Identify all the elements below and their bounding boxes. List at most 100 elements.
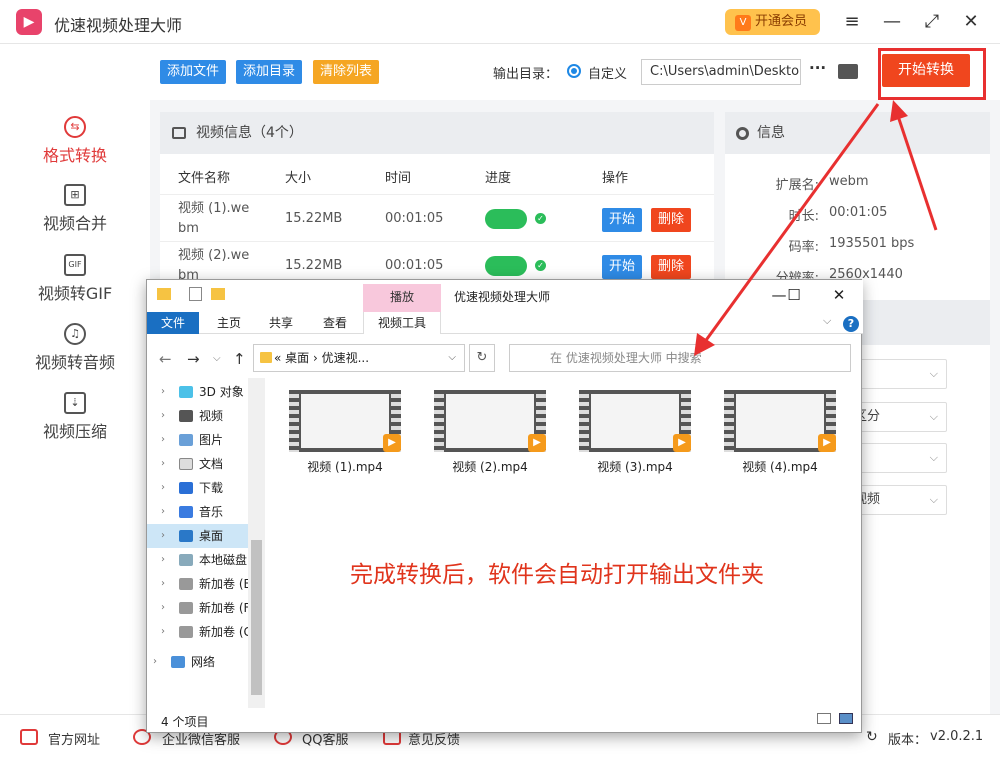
tree-item[interactable]: › 文档 bbox=[147, 452, 248, 476]
info-panel: 信息 扩展名: webm 时长: 00:01:05 码率: 1935501 bp… bbox=[725, 112, 990, 302]
fullscreen-icon[interactable]: ⤢ bbox=[920, 10, 944, 34]
video-thumbnail: ▶ bbox=[724, 390, 836, 452]
breadcrumb: « 桌面 › 优速视... bbox=[274, 351, 370, 365]
add-directory-button[interactable]: 添加目录 bbox=[236, 60, 303, 84]
ribbon-tabs: 文件 主页 共享 查看 视频工具 ⌵ bbox=[147, 312, 863, 334]
start-button[interactable]: 开始 bbox=[602, 208, 643, 232]
properties-icon[interactable] bbox=[189, 287, 202, 301]
folder-icon[interactable] bbox=[838, 64, 858, 79]
file-item[interactable]: ▶ 视频 (1).mp4 bbox=[285, 390, 405, 475]
tree-item[interactable]: › 3D 对象 bbox=[147, 380, 248, 404]
sidebar-item-compress[interactable]: ⇣ 视频压缩 bbox=[0, 392, 150, 442]
sidebar-item-label: 视频合并 bbox=[42, 214, 107, 233]
close-icon[interactable]: ✕ bbox=[827, 286, 851, 304]
tree-item[interactable]: › 新加卷 (F bbox=[147, 596, 248, 620]
ext-value: webm bbox=[829, 174, 869, 189]
bitrate-key: 码率: bbox=[788, 240, 819, 255]
folder-icon bbox=[157, 288, 171, 300]
file-time: 00:01:05 bbox=[385, 258, 444, 273]
view-toggle-icon[interactable] bbox=[817, 713, 853, 725]
tree-item[interactable]: › 下载 bbox=[147, 476, 248, 500]
forward-icon[interactable]: → bbox=[187, 350, 200, 368]
gear-icon bbox=[736, 127, 749, 140]
bitrate-value: 1935501 bps bbox=[829, 236, 915, 251]
back-icon[interactable]: ← bbox=[159, 350, 172, 368]
compress-icon: ⇣ bbox=[64, 392, 86, 414]
image-icon bbox=[172, 127, 186, 139]
address-row: ← → ⌵ ↑ « 桌面 › 优速视... ⌵ ↻ 在 优速视频处理大师 中搜索 bbox=[147, 338, 863, 378]
file-item[interactable]: ▶ 视频 (2).mp4 bbox=[430, 390, 550, 475]
add-file-button[interactable]: 添加文件 bbox=[160, 60, 227, 84]
tab-file[interactable]: 文件 bbox=[147, 312, 200, 334]
tab-video-tools[interactable]: 视频工具 bbox=[363, 312, 441, 334]
minimize-icon[interactable]: — bbox=[880, 10, 904, 34]
file-item[interactable]: ▶ 视频 (4).mp4 bbox=[720, 390, 840, 475]
vip-button[interactable]: V 开通会员 bbox=[725, 9, 820, 35]
custom-radio[interactable] bbox=[567, 64, 581, 78]
file-item[interactable]: ▶ 视频 (3).mp4 bbox=[575, 390, 695, 475]
sidebar-item-format-convert[interactable]: ⇆ 格式转换 bbox=[0, 116, 150, 166]
play-icon: ▶ bbox=[528, 434, 546, 452]
tree-item[interactable]: › 本地磁盘 bbox=[147, 548, 248, 572]
start-button[interactable]: 开始 bbox=[602, 255, 643, 279]
website-icon bbox=[20, 729, 38, 745]
menu-icon[interactable]: ≡ bbox=[840, 10, 864, 34]
column-header: 文件名称 bbox=[178, 171, 231, 186]
delete-button[interactable]: 删除 bbox=[651, 208, 692, 232]
app-title: 优速视频处理大师 bbox=[54, 16, 183, 35]
explorer-title: 优速视频处理大师 bbox=[454, 290, 551, 304]
tab-view[interactable]: 查看 bbox=[309, 312, 361, 334]
explorer-title-bar: 播放 优速视频处理大师 — ☐ ✕ bbox=[147, 280, 863, 312]
clear-list-button[interactable]: 清除列表 bbox=[313, 60, 380, 84]
address-bar[interactable]: « 桌面 › 优速视... ⌵ bbox=[253, 344, 465, 372]
output-path-input[interactable]: C:\Users\admin\Desktop bbox=[641, 59, 801, 85]
tree-item[interactable]: › 音乐 bbox=[147, 500, 248, 524]
more-icon[interactable]: ··· bbox=[809, 59, 826, 77]
version-value: v2.0.2.1 bbox=[930, 729, 984, 744]
delete-button[interactable]: 删除 bbox=[651, 255, 692, 279]
sidebar-item-audio[interactable]: ♫ 视频转音频 bbox=[0, 323, 150, 373]
refresh-icon[interactable]: ↻ bbox=[866, 729, 878, 745]
folder-icon bbox=[260, 352, 272, 363]
tree-item[interactable]: › 视频 bbox=[147, 404, 248, 428]
file-name: 视频 (1).mp4 bbox=[307, 460, 383, 474]
check-icon: ✓ bbox=[535, 213, 546, 224]
video-panel-title: 视频信息（4个） bbox=[160, 112, 714, 154]
tab-share[interactable]: 共享 bbox=[255, 312, 307, 334]
chevron-down-icon[interactable]: ⌵ bbox=[448, 345, 456, 371]
tree-item[interactable]: › 桌面 bbox=[147, 524, 248, 548]
close-icon[interactable]: ✕ bbox=[959, 10, 983, 34]
column-header: 操作 bbox=[602, 171, 629, 186]
refresh-icon[interactable]: ↻ bbox=[469, 344, 495, 372]
help-icon[interactable]: ? bbox=[843, 316, 859, 332]
sidebar: ⇆ 格式转换 ⊞ 视频合并 GIF 视频转GIF ♫ 视频转音频 ⇣ 视频压缩 bbox=[0, 44, 150, 714]
output-dir-label: 输出目录： bbox=[493, 67, 559, 82]
maximize-icon[interactable]: ☐ bbox=[782, 286, 806, 304]
video-thumbnail: ▶ bbox=[579, 390, 691, 452]
sidebar-item-label: 视频压缩 bbox=[42, 422, 107, 441]
up-icon[interactable]: ↑ bbox=[233, 350, 246, 368]
video-thumbnail: ▶ bbox=[289, 390, 401, 452]
start-convert-button[interactable]: 开始转换 bbox=[882, 54, 970, 87]
convert-icon: ⇆ bbox=[64, 116, 86, 138]
website-link[interactable]: 官方网址 bbox=[48, 729, 100, 748]
tree-item[interactable]: › 网络 bbox=[147, 650, 248, 674]
recent-icon[interactable]: ⌵ bbox=[213, 353, 221, 364]
play-icon: ▶ bbox=[673, 434, 691, 452]
chevron-down-icon[interactable]: ⌵ bbox=[823, 314, 831, 328]
sidebar-item-label: 视频转GIF bbox=[37, 284, 113, 303]
tree-item[interactable]: › 图片 bbox=[147, 428, 248, 452]
file-name: 视频 (2).mp4 bbox=[452, 460, 528, 474]
file-size: 15.22MB bbox=[285, 211, 343, 226]
search-input[interactable]: 在 优速视频处理大师 中搜索 bbox=[509, 344, 851, 372]
check-icon: ✓ bbox=[535, 260, 546, 271]
new-folder-icon[interactable] bbox=[211, 288, 225, 300]
sidebar-item-merge[interactable]: ⊞ 视频合并 bbox=[0, 184, 150, 234]
tree-item[interactable]: › 新加卷 (E bbox=[147, 572, 248, 596]
table-row[interactable]: 视频 (1).we bm 15.22MB 00:01:05 ✓ 开始 删除 bbox=[160, 194, 714, 242]
scrollbar-thumb[interactable] bbox=[251, 540, 262, 695]
tab-home[interactable]: 主页 bbox=[203, 312, 255, 334]
duration-key: 时长: bbox=[788, 209, 819, 224]
sidebar-item-gif[interactable]: GIF 视频转GIF bbox=[0, 254, 150, 304]
tree-item[interactable]: › 新加卷 (G bbox=[147, 620, 248, 644]
